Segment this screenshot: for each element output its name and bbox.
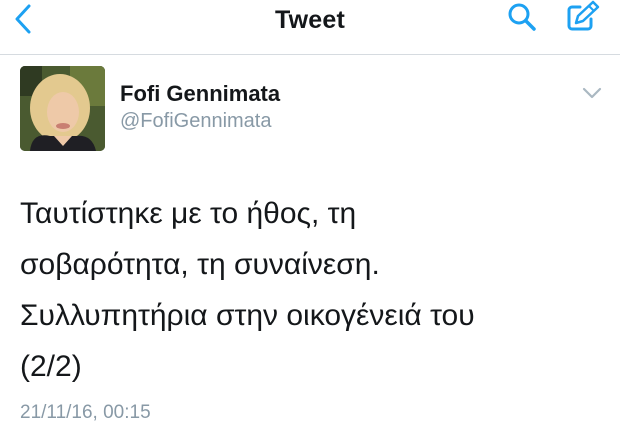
chevron-down-icon	[581, 86, 603, 105]
navigation-bar: Tweet	[0, 0, 620, 55]
tweet-text: Ταυτίστηκε με το ήθος, τη σοβαρότητα, τη…	[20, 197, 475, 383]
search-icon	[506, 1, 538, 38]
author-handle[interactable]: @FofiGennimata	[120, 110, 271, 133]
author-name[interactable]: Fofi Gennimata	[120, 81, 280, 107]
search-button[interactable]	[502, 2, 542, 36]
compose-icon	[564, 0, 600, 40]
tweet-timestamp: 21/11/16, 00:15	[20, 402, 151, 423]
tweet-menu-button[interactable]	[580, 85, 604, 105]
avatar[interactable]	[20, 66, 105, 151]
compose-button[interactable]	[560, 0, 604, 38]
